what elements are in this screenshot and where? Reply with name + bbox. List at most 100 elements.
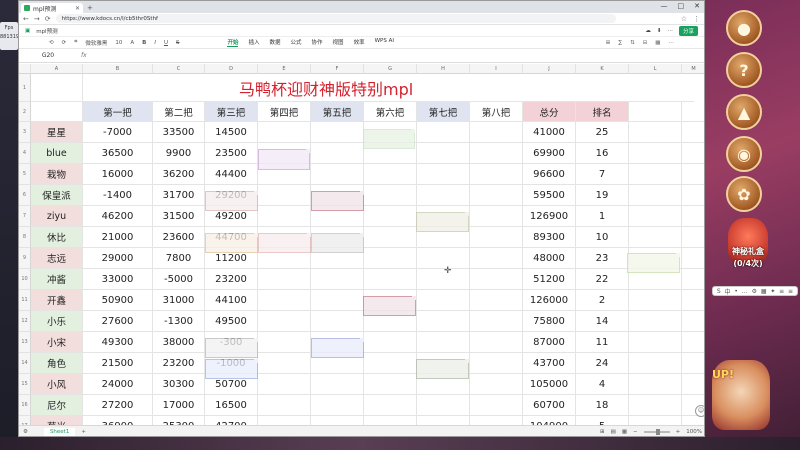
row-header[interactable]: 15	[19, 374, 31, 395]
round2-cell[interactable]: 23200	[153, 353, 205, 374]
row-header[interactable]: 2	[19, 102, 31, 122]
view-grid-icon[interactable]: ▦	[622, 429, 627, 435]
row-header[interactable]: 5	[19, 164, 31, 185]
empty-round-cell[interactable]	[258, 290, 311, 311]
total-cell[interactable]: 126000	[523, 290, 576, 311]
header-cell[interactable]: 第八把	[470, 102, 523, 122]
add-sheet-button[interactable]: +	[81, 429, 86, 435]
round2-cell[interactable]: 23600	[153, 227, 205, 248]
empty-cell[interactable]	[629, 143, 682, 164]
header-cell[interactable]: 第七把	[417, 102, 470, 122]
underline-button[interactable]: U	[164, 40, 168, 46]
empty-round-cell[interactable]	[417, 311, 470, 332]
minimize-icon[interactable]: —	[661, 2, 668, 10]
url-input[interactable]: https://www.kdocs.cn/l/cb5thr0Sthf	[55, 14, 616, 23]
player-name-cell[interactable]: 角色	[31, 353, 83, 374]
italic-button[interactable]: I	[154, 40, 156, 46]
rank-cell[interactable]: 23	[576, 248, 629, 269]
empty-round-cell[interactable]	[258, 395, 311, 416]
empty-cell[interactable]	[682, 332, 704, 353]
empty-round-cell[interactable]	[417, 185, 470, 206]
row-header[interactable]: 1	[19, 74, 31, 102]
round3-cell[interactable]: 16500	[205, 395, 258, 416]
empty-cell[interactable]	[629, 102, 682, 122]
row-header[interactable]: 14	[19, 353, 31, 374]
total-cell[interactable]: 96600	[523, 164, 576, 185]
row-header[interactable]: 12	[19, 311, 31, 332]
empty-round-cell[interactable]	[364, 227, 417, 248]
empty-round-cell[interactable]	[417, 122, 470, 143]
tab-efficiency[interactable]: 效率	[354, 38, 365, 47]
empty-cell[interactable]	[682, 374, 704, 395]
empty-cell[interactable]	[682, 122, 704, 143]
overlay-ball-icon[interactable]: ●	[726, 10, 762, 46]
select-all-corner[interactable]	[19, 64, 31, 74]
row-header[interactable]: 3	[19, 122, 31, 143]
empty-round-cell[interactable]	[311, 122, 364, 143]
empty-cell[interactable]	[682, 227, 704, 248]
empty-round-cell[interactable]	[311, 395, 364, 416]
total-cell[interactable]: 41000	[523, 122, 576, 143]
empty-round-cell[interactable]	[470, 248, 523, 269]
empty-round-cell[interactable]	[364, 374, 417, 395]
zoom-in-icon[interactable]: +	[676, 429, 681, 435]
player-name-cell[interactable]: blue	[31, 143, 83, 164]
rank-cell[interactable]: 18	[576, 395, 629, 416]
bookmark-icon[interactable]: ☆	[681, 15, 687, 23]
round1-cell[interactable]: 21000	[83, 227, 153, 248]
freeze-icon[interactable]: ▦	[655, 40, 660, 46]
empty-round-cell[interactable]	[417, 164, 470, 185]
empty-round-cell[interactable]	[470, 374, 523, 395]
total-cell[interactable]: 87000	[523, 332, 576, 353]
round2-cell[interactable]: 38000	[153, 332, 205, 353]
rank-cell[interactable]: 16	[576, 143, 629, 164]
total-cell[interactable]: 60700	[523, 395, 576, 416]
strikethrough-button[interactable]: S	[176, 40, 180, 46]
format-painter-icon[interactable]: ⌗	[74, 39, 77, 46]
round1-cell[interactable]: 29000	[83, 248, 153, 269]
tab-wps-ai[interactable]: WPS AI	[375, 38, 394, 47]
round2-cell[interactable]: 36200	[153, 164, 205, 185]
download-icon[interactable]: ⬇	[657, 28, 662, 34]
empty-cell[interactable]	[682, 164, 704, 185]
bold-button[interactable]: B	[142, 40, 146, 46]
empty-round-cell[interactable]	[311, 164, 364, 185]
empty-round-cell[interactable]	[258, 122, 311, 143]
row-header[interactable]: 16	[19, 395, 31, 416]
rank-cell[interactable]: 14	[576, 311, 629, 332]
filter-icon[interactable]: ⊟	[643, 40, 648, 46]
name-box[interactable]: G20	[23, 52, 73, 59]
rank-cell[interactable]: 25	[576, 122, 629, 143]
round3-cell[interactable]: 23500	[205, 143, 258, 164]
empty-round-cell[interactable]	[258, 332, 311, 353]
round2-cell[interactable]: 31000	[153, 290, 205, 311]
tab-formula[interactable]: 公式	[291, 38, 302, 47]
total-cell[interactable]: 69900	[523, 143, 576, 164]
float-toolbar-icon[interactable]: ⚙	[752, 288, 757, 295]
overlay-cap-icon[interactable]: ▲	[726, 94, 762, 130]
empty-round-cell[interactable]	[470, 164, 523, 185]
empty-cell[interactable]	[629, 353, 682, 374]
row-header[interactable]: 7	[19, 206, 31, 227]
empty-round-cell[interactable]	[417, 395, 470, 416]
empty-cell[interactable]	[629, 164, 682, 185]
empty-round-cell[interactable]	[417, 332, 470, 353]
round1-cell[interactable]: 49300	[83, 332, 153, 353]
redo-icon[interactable]: ⟳	[62, 40, 67, 46]
empty-round-cell[interactable]	[311, 143, 364, 164]
player-name-cell[interactable]: 开鑫	[31, 290, 83, 311]
round1-cell[interactable]: 36500	[83, 143, 153, 164]
rank-cell[interactable]: 10	[576, 227, 629, 248]
empty-cell[interactable]	[629, 185, 682, 206]
app-logo-icon[interactable]: ▣	[25, 28, 30, 34]
float-toolbar-icon[interactable]: S	[717, 288, 721, 295]
header-cell[interactable]: 第六把	[364, 102, 417, 122]
empty-round-cell[interactable]	[258, 269, 311, 290]
empty-round-cell[interactable]	[470, 311, 523, 332]
row-header[interactable]: 6	[19, 185, 31, 206]
empty-round-cell[interactable]	[311, 290, 364, 311]
row-header[interactable]: 10	[19, 269, 31, 290]
cell-a1[interactable]	[31, 74, 83, 102]
header-cell[interactable]: 第五把	[311, 102, 364, 122]
empty-cell[interactable]	[682, 143, 704, 164]
